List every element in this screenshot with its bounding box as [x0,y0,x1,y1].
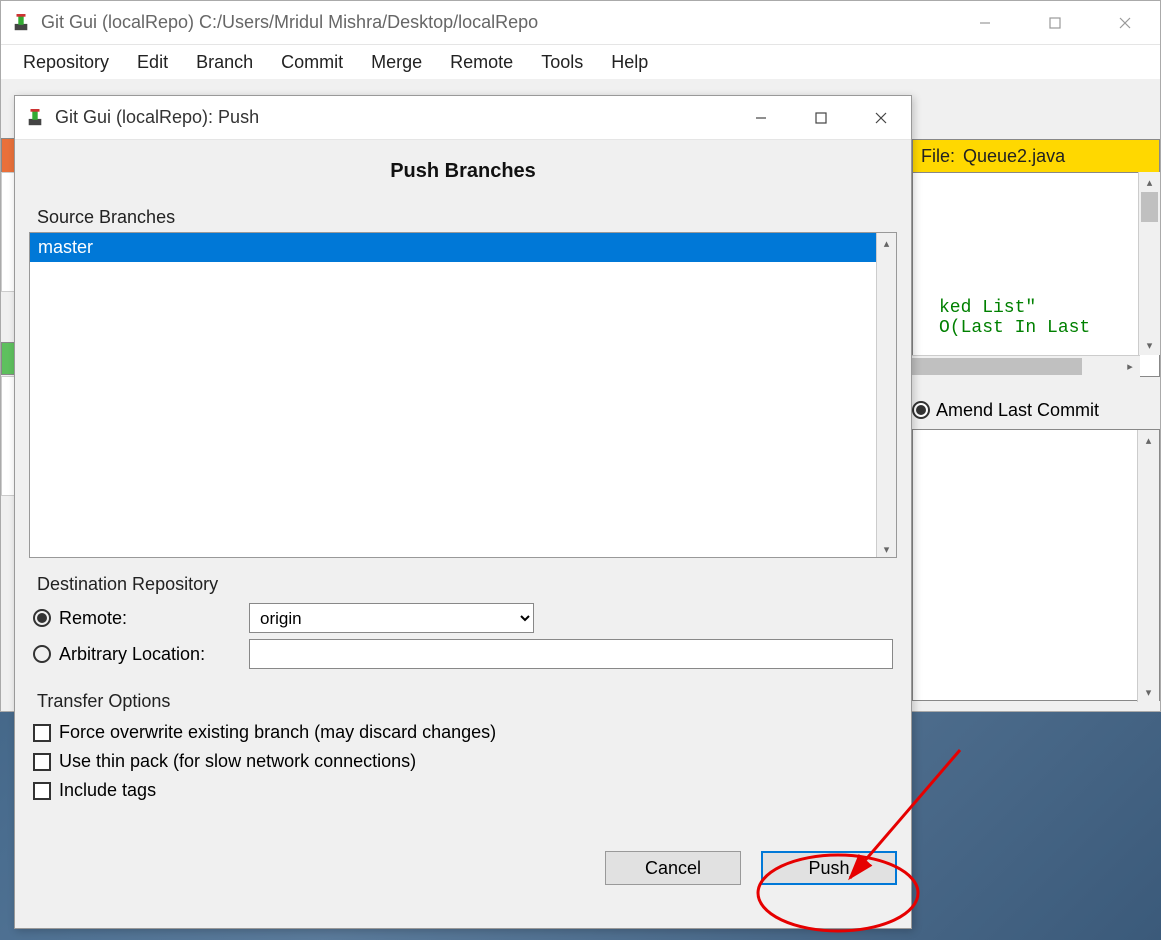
remote-row: Remote: origin [33,603,893,633]
remote-select[interactable]: origin [249,603,534,633]
dialog-titlebar: Git Gui (localRepo): Push [15,96,911,140]
diff-line: ked List" [923,298,1149,318]
menu-commit[interactable]: Commit [267,48,357,77]
menu-remote[interactable]: Remote [436,48,527,77]
file-diff-content[interactable]: ked List" O(Last In Last [912,172,1160,377]
include-tags-checkbox[interactable] [33,782,51,800]
force-overwrite-checkbox[interactable] [33,724,51,742]
menu-edit[interactable]: Edit [123,48,182,77]
include-tags-label: Include tags [59,780,156,801]
menu-help[interactable]: Help [597,48,662,77]
dialog-window-controls [731,96,911,140]
menu-branch[interactable]: Branch [182,48,267,77]
thin-pack-label: Use thin pack (for slow network connecti… [59,751,416,772]
force-overwrite-row: Force overwrite existing branch (may dis… [33,722,893,743]
file-vertical-scrollbar[interactable]: ▴ ▾ [1138,172,1160,355]
menu-repository[interactable]: Repository [9,48,123,77]
git-gui-app-icon [11,13,31,33]
commit-message-box[interactable]: ▴ ▾ [912,429,1160,701]
scroll-down-icon[interactable]: ▾ [877,539,896,558]
push-branches-header: Push Branches [15,140,911,195]
file-header-label: File: [921,146,955,167]
scroll-up-icon[interactable]: ▴ [1138,430,1159,450]
dialog-button-row: Cancel Push [15,819,911,899]
destination-repo-label: Destination Repository [33,572,222,597]
scroll-down-icon[interactable]: ▾ [1138,682,1159,702]
arbitrary-radio[interactable] [33,645,51,663]
remote-radio[interactable] [33,609,51,627]
dialog-maximize-button[interactable] [791,96,851,140]
cancel-button[interactable]: Cancel [605,851,741,885]
scroll-thumb[interactable] [912,358,1082,375]
main-titlebar: Git Gui (localRepo) C:/Users/Mridul Mish… [1,1,1160,45]
commit-msg-scrollbar[interactable]: ▴ ▾ [1137,430,1159,702]
arbitrary-location-input[interactable] [249,639,893,669]
maximize-button[interactable] [1020,1,1090,45]
branch-item[interactable]: master [30,233,896,262]
file-horizontal-scrollbar[interactable]: ▸ [912,355,1140,377]
main-window-controls [950,1,1160,45]
thin-pack-row: Use thin pack (for slow network connecti… [33,751,893,772]
transfer-options-label: Transfer Options [33,689,174,714]
thin-pack-checkbox[interactable] [33,753,51,771]
close-button[interactable] [1090,1,1160,45]
amend-label: Amend Last Commit [936,400,1099,421]
remote-label: Remote: [59,608,249,629]
dialog-minimize-button[interactable] [731,96,791,140]
transfer-options-group: Transfer Options Force overwrite existin… [25,685,901,813]
source-branches-label: Source Branches [33,205,179,230]
menu-tools[interactable]: Tools [527,48,597,77]
branch-list-scrollbar[interactable]: ▴ ▾ [876,233,896,558]
dialog-title: Git Gui (localRepo): Push [55,107,731,128]
diff-line: O(Last In Last [923,318,1149,338]
source-branches-list[interactable]: master ▴ ▾ [29,232,897,558]
amend-commit-row: Amend Last Commit [912,395,1152,425]
force-overwrite-label: Force overwrite existing branch (may dis… [59,722,496,743]
menu-merge[interactable]: Merge [357,48,436,77]
scroll-up-icon[interactable]: ▴ [877,233,896,253]
file-header: File: Queue2.java [912,139,1160,173]
scroll-right-icon[interactable]: ▸ [1120,356,1140,377]
main-menubar: Repository Edit Branch Commit Merge Remo… [1,45,1160,79]
include-tags-row: Include tags [33,780,893,801]
minimize-button[interactable] [950,1,1020,45]
amend-radio[interactable] [912,401,930,419]
dialog-close-button[interactable] [851,96,911,140]
arbitrary-row: Arbitrary Location: [33,639,893,669]
git-gui-app-icon [25,108,45,128]
push-dialog: Git Gui (localRepo): Push Push Branches … [14,95,912,929]
arbitrary-label: Arbitrary Location: [59,644,249,665]
source-branches-group: Source Branches master ▴ ▾ [25,201,901,562]
scroll-up-icon[interactable]: ▴ [1139,172,1160,192]
main-window-title: Git Gui (localRepo) C:/Users/Mridul Mish… [41,12,950,33]
file-header-filename: Queue2.java [963,146,1065,167]
scroll-thumb[interactable] [1141,192,1158,222]
destination-repo-group: Destination Repository Remote: origin Ar… [25,568,901,679]
push-button[interactable]: Push [761,851,897,885]
scroll-down-icon[interactable]: ▾ [1139,335,1160,355]
